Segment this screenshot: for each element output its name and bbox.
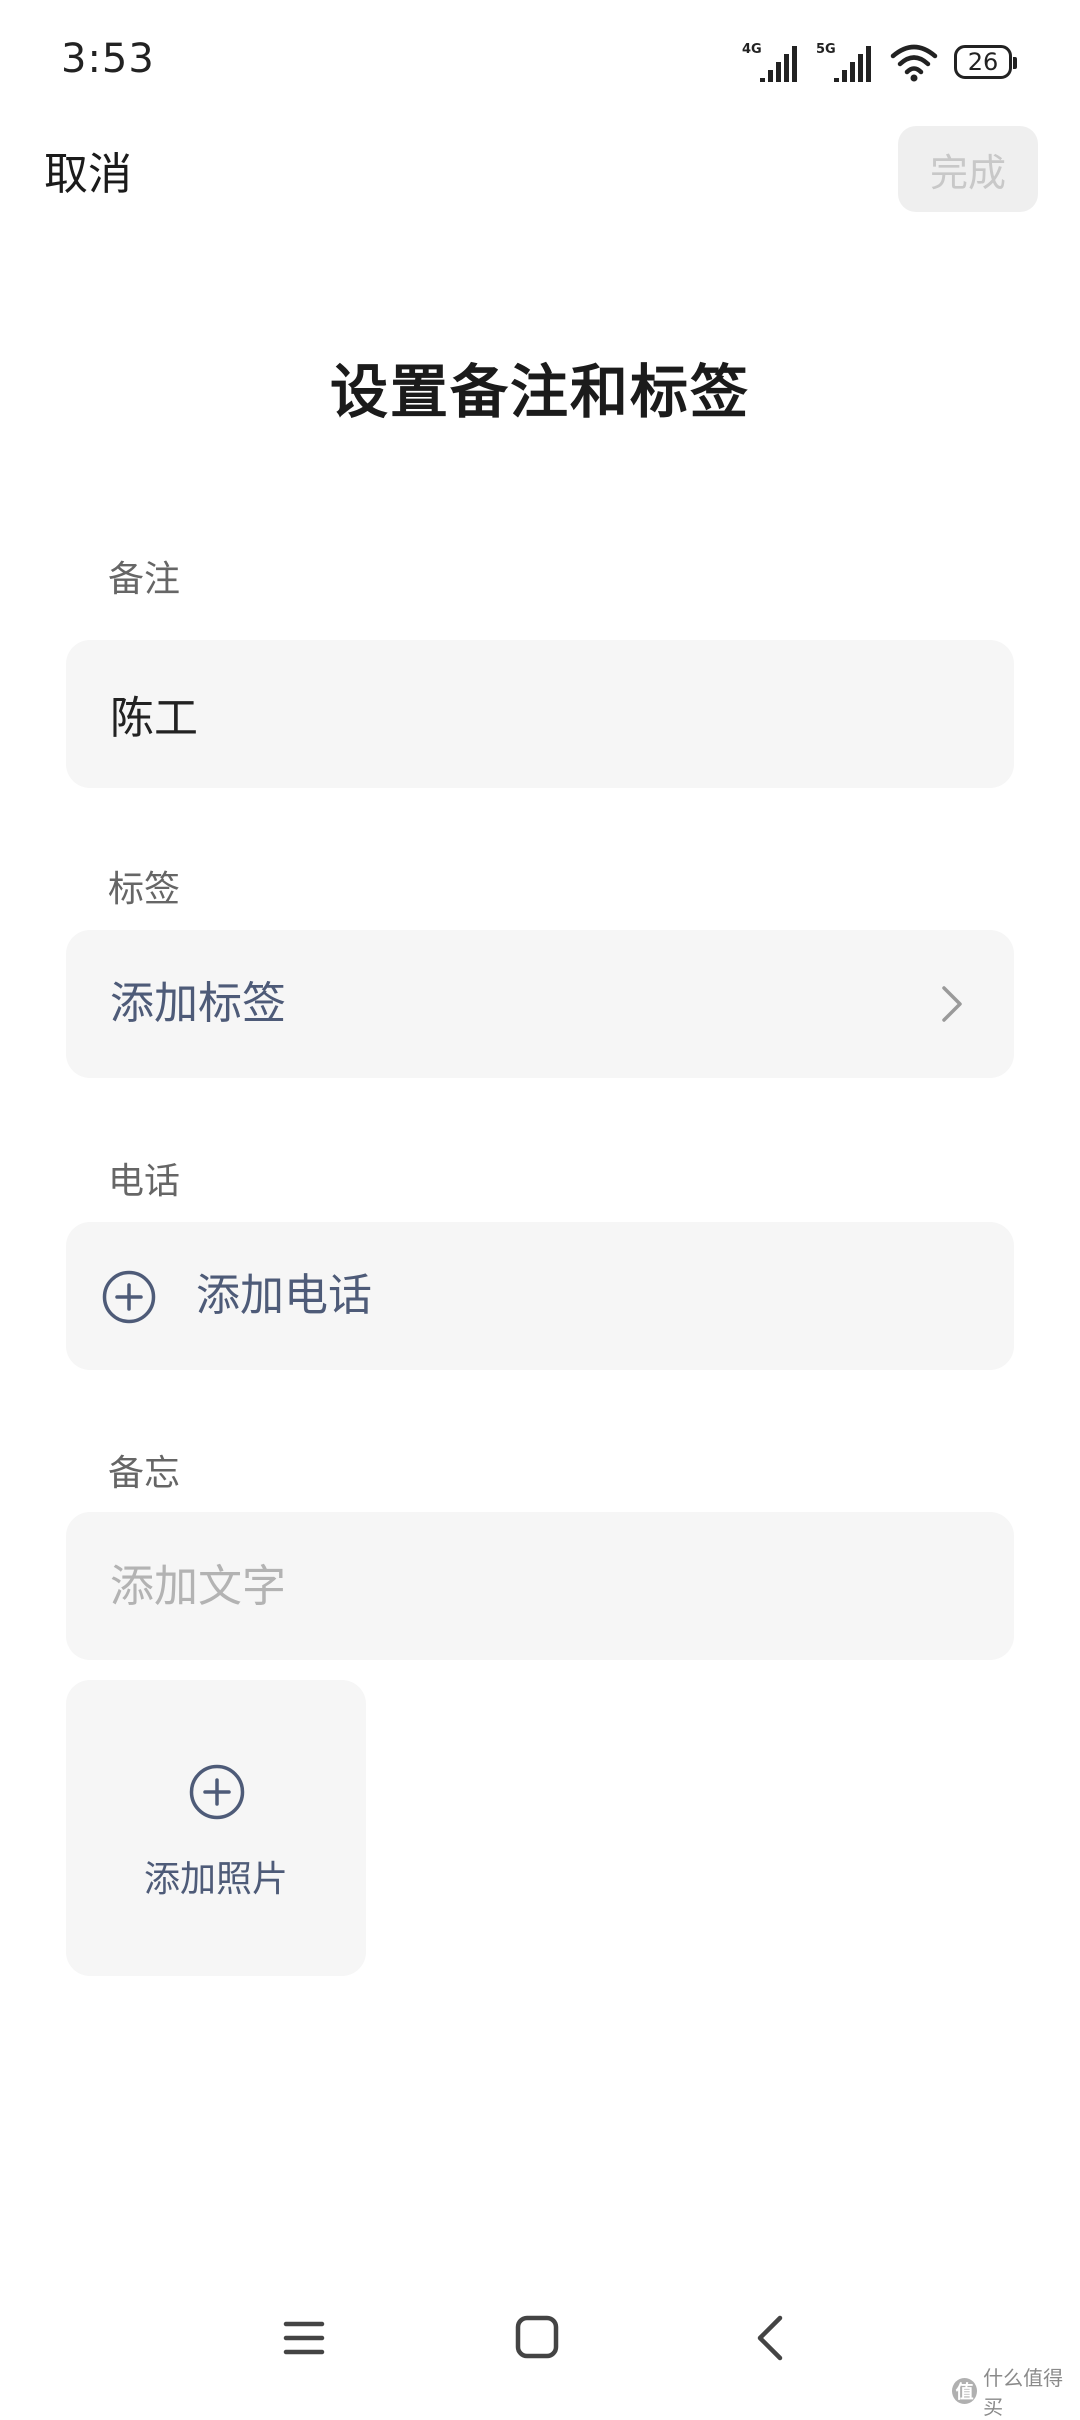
- add-phone-label: 添加电话: [196, 1270, 372, 1321]
- status-time: 3:53: [61, 36, 155, 82]
- memo-input[interactable]: [110, 1512, 970, 1660]
- battery-icon: 26: [954, 45, 1017, 79]
- add-circle-icon: [189, 1764, 245, 1820]
- phone-label: 电话: [108, 1161, 181, 1202]
- menu-icon[interactable]: [282, 2316, 326, 2360]
- add-photo-button[interactable]: 添加照片: [66, 1680, 366, 1976]
- watermark-logo-icon: 值: [952, 2378, 978, 2404]
- battery-level: 26: [967, 48, 999, 76]
- back-icon[interactable]: [750, 2314, 790, 2362]
- watermark-text: 什么值得买: [983, 2366, 1064, 2419]
- cancel-button[interactable]: 取消: [44, 138, 132, 202]
- status-icons: 4G 5G 26: [742, 40, 1017, 84]
- remark-field: [66, 640, 1014, 788]
- status-bar: 3:53 4G 5G 26: [0, 0, 1080, 128]
- add-tag-label: 添加标签: [110, 978, 286, 1029]
- wifi-icon: [890, 44, 938, 82]
- add-circle-icon: [102, 1270, 156, 1324]
- signal-icon: 4G: [742, 40, 800, 84]
- page-title: 设置备注和标签: [329, 358, 750, 426]
- memo-label: 备忘: [108, 1453, 181, 1494]
- remark-input[interactable]: [110, 640, 970, 788]
- add-tag-row[interactable]: 添加标签: [66, 930, 1014, 1078]
- remark-label: 备注: [108, 559, 181, 600]
- memo-field: [66, 1512, 1014, 1660]
- done-button[interactable]: 完成: [898, 126, 1038, 212]
- tags-label: 标签: [108, 869, 181, 910]
- signal-icon: 5G: [816, 40, 874, 84]
- add-phone-row[interactable]: 添加电话: [66, 1222, 1014, 1370]
- chevron-right-icon: [942, 986, 962, 1022]
- home-icon[interactable]: [514, 2314, 560, 2360]
- add-photo-label: 添加照片: [143, 1859, 288, 1900]
- watermark: 值 什么值得买: [952, 2362, 1080, 2420]
